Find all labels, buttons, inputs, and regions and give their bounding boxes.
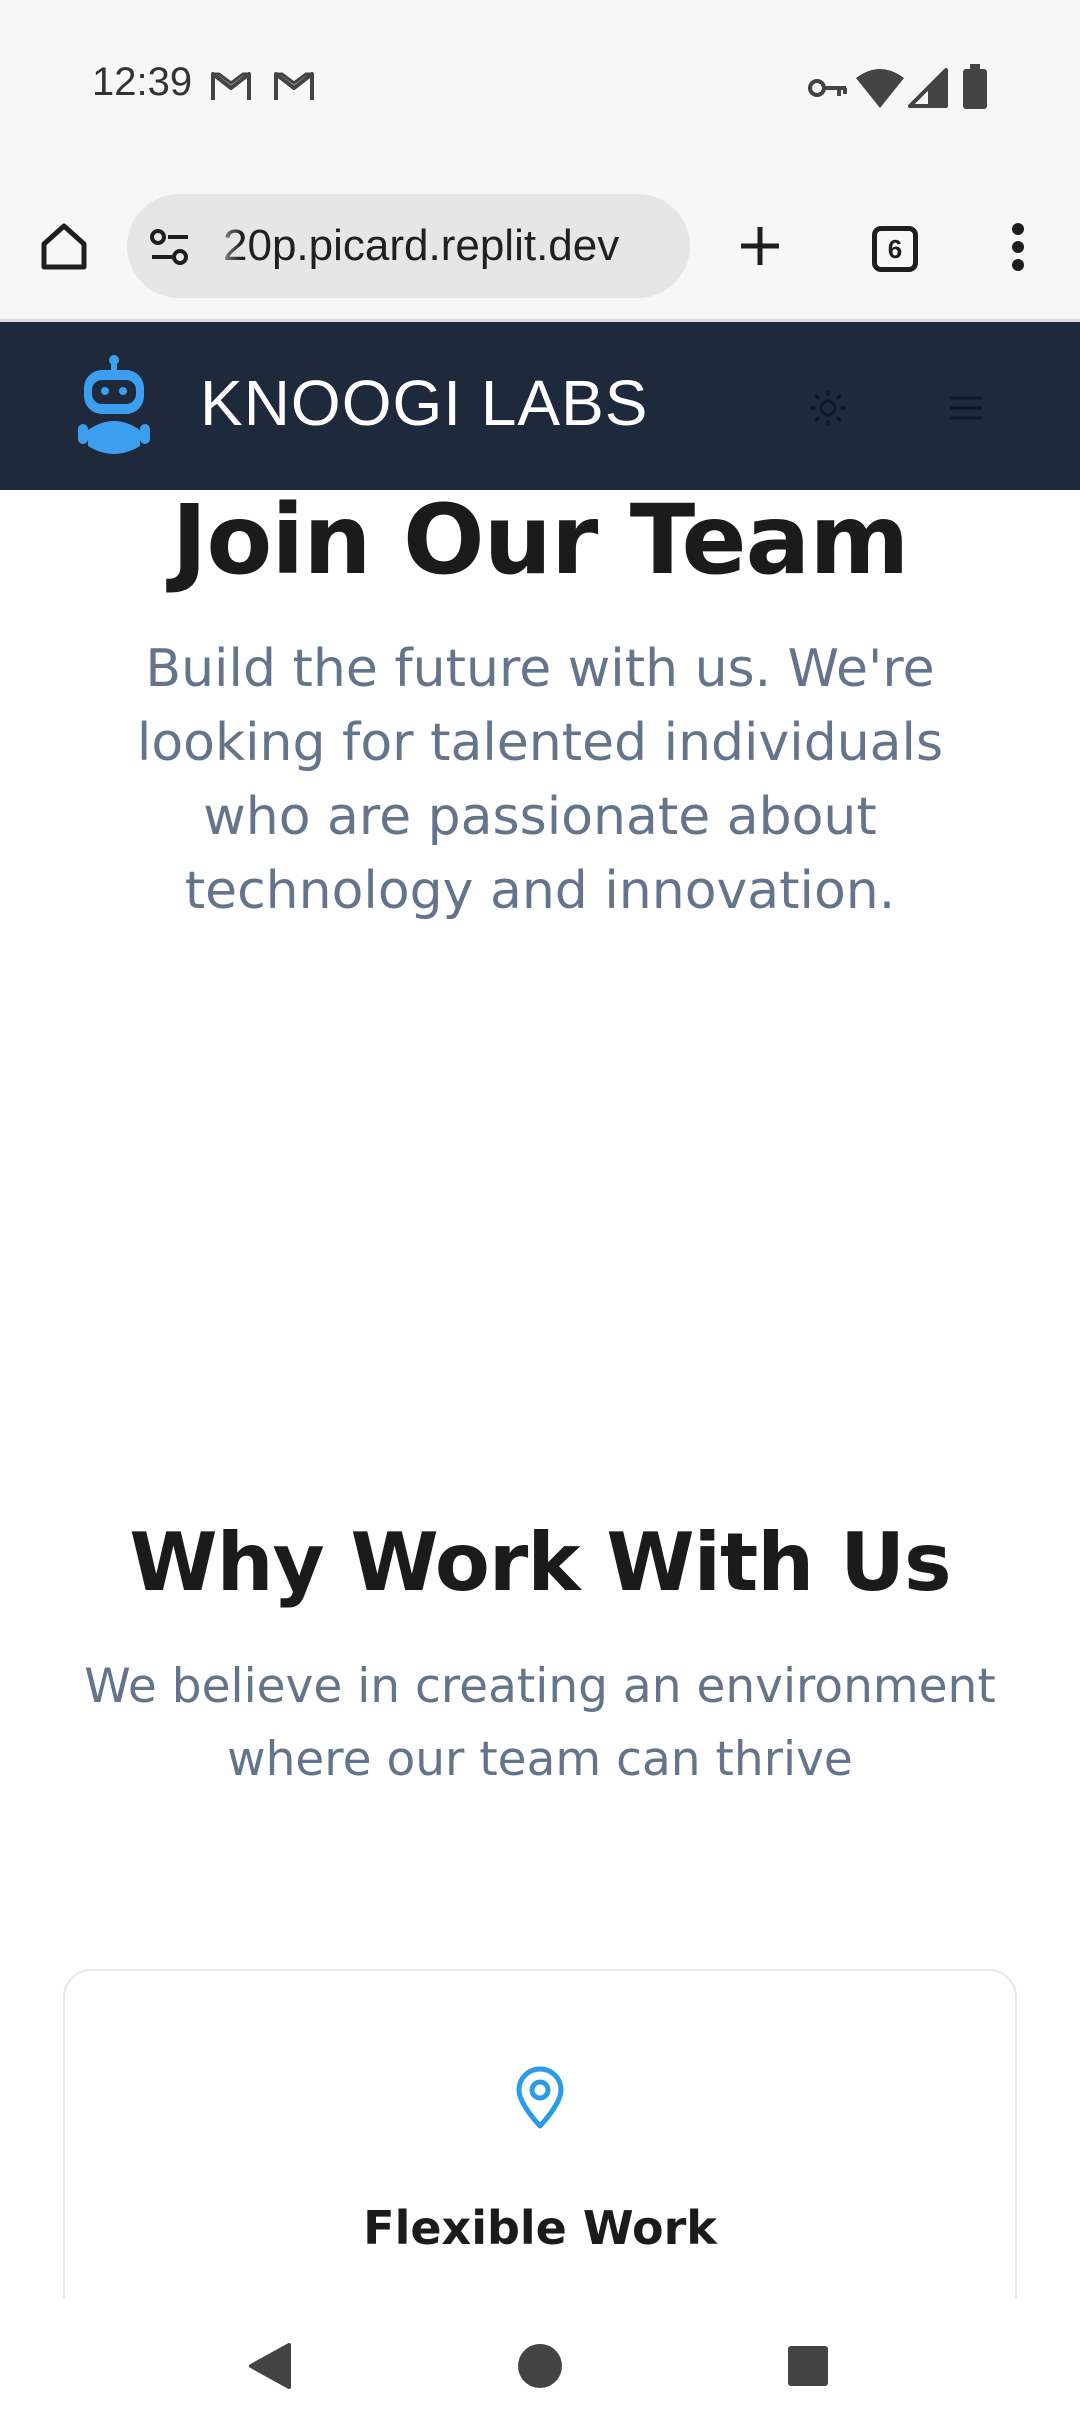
battery-icon	[962, 64, 988, 115]
tab-switcher-button[interactable]: 6	[862, 216, 928, 282]
back-icon[interactable]	[240, 2336, 300, 2396]
status-time: 12:39	[92, 60, 193, 104]
home-icon	[38, 220, 90, 277]
wifi-icon	[856, 68, 904, 113]
address-bar[interactable]: 20p.picard.replit.dev	[127, 194, 690, 298]
url-fade	[207, 194, 241, 298]
brand-name[interactable]: KNOOGI LABS	[200, 366, 648, 440]
hamburger-menu-icon	[948, 393, 984, 428]
page-title: Join Our Team	[171, 484, 910, 596]
status-bar: 12:39	[0, 0, 1080, 176]
browser-toolbar: 20p.picard.replit.dev 6	[0, 176, 1080, 322]
section-title: Why Work With Us	[129, 1516, 951, 1609]
home-button[interactable]	[32, 216, 96, 280]
sun-icon	[808, 388, 848, 433]
signal-icon	[908, 68, 948, 113]
site-header: KNOOGI LABS	[0, 322, 1080, 490]
url-text: 20p.picard.replit.dev	[223, 221, 620, 270]
menu-button[interactable]	[938, 382, 994, 438]
home-circle-icon[interactable]	[510, 2336, 570, 2396]
recents-icon[interactable]	[778, 2336, 838, 2396]
new-tab-icon	[737, 223, 783, 274]
site-settings-icon[interactable]	[147, 224, 193, 270]
feature-card: Flexible Work	[63, 1969, 1017, 2299]
system-nav-bar	[0, 2298, 1080, 2424]
map-pin-icon	[510, 2063, 570, 2133]
gmail-icon	[273, 70, 315, 107]
gmail-icon	[210, 70, 252, 107]
robot-logo-icon[interactable]	[78, 354, 150, 458]
section-subtitle: We believe in creating an environment wh…	[84, 1659, 996, 1787]
feature-title: Flexible Work	[363, 2201, 717, 2255]
new-tab-button[interactable]	[728, 216, 792, 280]
more-options-button[interactable]	[994, 216, 1042, 282]
tab-switcher-icon: 6	[872, 226, 918, 272]
more-vert-icon	[1011, 222, 1025, 277]
hero-subtitle: Build the future with us. We're looking …	[136, 639, 944, 921]
theme-toggle-button[interactable]	[800, 382, 856, 438]
vpn-key-icon	[808, 76, 848, 105]
